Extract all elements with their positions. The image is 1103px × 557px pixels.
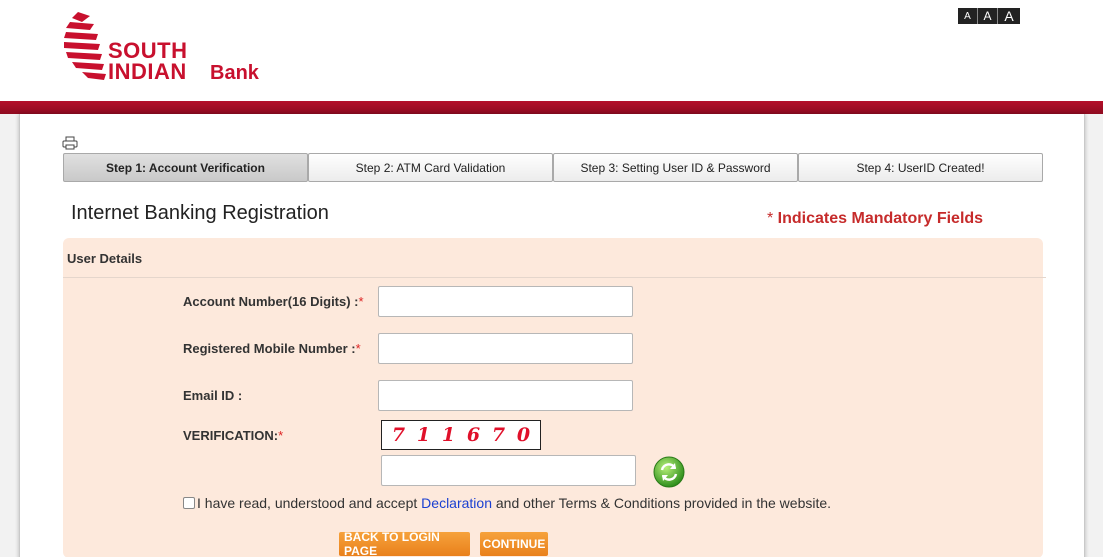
captcha-digit: 1 <box>416 424 431 446</box>
registration-steps: Step 1: Account Verification Step 2: ATM… <box>63 153 1043 182</box>
terms-agreement: I have read, understood and accept Decla… <box>183 495 831 511</box>
mobile-number-label-text: Registered Mobile Number : <box>183 341 356 356</box>
step-account-verification: Step 1: Account Verification <box>63 153 308 182</box>
back-to-login-button[interactable]: BACK TO LOGIN PAGE <box>339 530 470 557</box>
captcha-input[interactable] <box>381 455 636 486</box>
mandatory-fields-note: * Indicates Mandatory Fields <box>767 210 983 228</box>
step-setting-user-id-password: Step 3: Setting User ID & Password <box>553 153 798 182</box>
required-mark: * <box>358 294 364 309</box>
captcha-digit: 1 <box>441 424 456 446</box>
step-user-id-created: Step 4: UserID Created! <box>798 153 1043 182</box>
header-divider-bar <box>0 101 1103 114</box>
required-mark: * <box>355 341 361 356</box>
continue-button[interactable]: CONTINUE <box>480 532 548 556</box>
content-panel: Step 1: Account Verification Step 2: ATM… <box>19 114 1085 557</box>
logo-text-indian: INDIAN <box>108 59 187 84</box>
section-header: User Details <box>63 238 1046 278</box>
account-number-label-text: Account Number(16 Digits) : <box>183 294 359 309</box>
required-mark: * <box>278 428 284 443</box>
font-size-small-button[interactable]: A <box>958 8 978 24</box>
logo-mark-icon <box>64 12 106 80</box>
logo-text-bank: Bank <box>210 62 259 84</box>
mobile-number-input[interactable] <box>378 333 633 364</box>
terms-checkbox[interactable] <box>183 497 195 509</box>
page-title: Internet Banking Registration <box>71 202 329 224</box>
email-id-input[interactable] <box>378 380 633 411</box>
user-details-form: User Details Account Number(16 Digits) :… <box>63 238 1046 557</box>
account-number-input[interactable] <box>378 286 633 317</box>
agree-prefix: I have read, understood and accept <box>197 495 422 511</box>
page: SOUTH INDIAN Bank A A A Step 1: Account … <box>0 0 1103 557</box>
font-size-large-button[interactable]: A <box>998 8 1020 24</box>
mobile-number-label: Registered Mobile Number :* <box>183 341 361 356</box>
declaration-link[interactable]: Declaration <box>421 495 492 511</box>
email-id-label: Email ID : <box>183 388 243 403</box>
verification-label-text: VERIFICATION: <box>183 428 279 443</box>
captcha-digit: 0 <box>516 424 531 446</box>
captcha-digit: 7 <box>391 424 406 446</box>
step-atm-card-validation: Step 2: ATM Card Validation <box>308 153 553 182</box>
font-size-switcher: A A A <box>958 8 1020 24</box>
section-title: User Details <box>67 251 143 266</box>
captcha-digit: 6 <box>466 424 481 446</box>
print-icon[interactable] <box>62 136 78 150</box>
header: SOUTH INDIAN Bank A A A <box>0 0 1103 101</box>
account-number-label: Account Number(16 Digits) :* <box>183 294 364 309</box>
verification-label: VERIFICATION:* <box>183 428 283 443</box>
mandatory-text: Indicates Mandatory Fields <box>773 210 984 227</box>
agree-suffix: and other Terms & Conditions provided in… <box>492 495 832 511</box>
font-size-medium-button[interactable]: A <box>978 8 998 24</box>
captcha-digit: 7 <box>491 424 506 446</box>
bank-logo[interactable]: SOUTH INDIAN Bank <box>60 10 270 85</box>
captcha-image: 7 1 1 6 7 0 <box>381 420 541 450</box>
refresh-captcha-icon[interactable] <box>653 456 685 488</box>
